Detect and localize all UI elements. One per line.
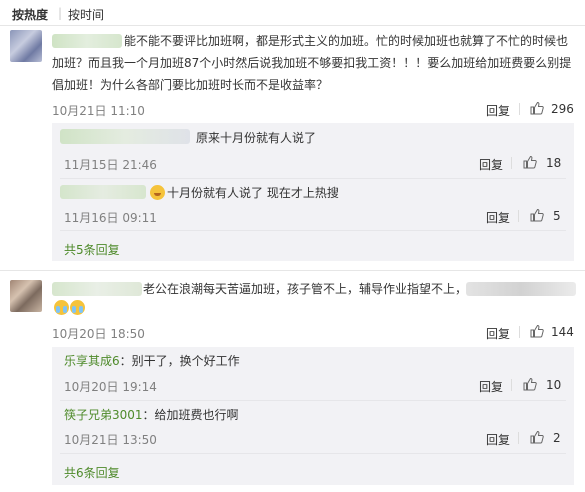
more-replies-link[interactable]: 共6条回复 — [64, 464, 120, 481]
action-separator — [511, 157, 512, 169]
sub-reply-button[interactable]: 回复 — [486, 431, 510, 448]
sub-divider — [60, 230, 566, 231]
sub-reply-time: 10月21日 13:50 — [64, 433, 157, 447]
laughing-emoji — [150, 185, 165, 200]
sub-reply-text: 十月份就有人说了 现在才上热搜 — [167, 186, 339, 200]
sub-reply-user[interactable]: 筷子兄弟3001 — [64, 408, 143, 422]
sub-reply-user[interactable]: 乐享其成6 — [64, 354, 120, 368]
username-blurred[interactable] — [52, 34, 122, 48]
sub-like-count: 18 — [546, 156, 562, 170]
sub-username-blurred[interactable] — [60, 185, 146, 199]
sub-username-blurred[interactable] — [60, 129, 190, 144]
action-separator — [519, 326, 520, 338]
like-count: 144 — [551, 325, 574, 339]
comment-text-line-2: 加班？而且我一个月加班87个小时然后说我加班不够要扣我工资！！！要么加班给加班费… — [52, 56, 572, 70]
thumbs-up-icon[interactable] — [530, 430, 544, 444]
comment-divider — [0, 270, 585, 271]
sort-by-time[interactable]: 按时间 — [68, 6, 104, 23]
sort-bar: 按热度 | 按时间 — [0, 0, 585, 26]
sub-divider — [60, 178, 566, 179]
sub-divider — [60, 453, 566, 454]
action-separator — [519, 103, 520, 115]
thumbs-up-icon[interactable] — [523, 155, 537, 169]
reply-button[interactable]: 回复 — [486, 102, 510, 119]
more-replies-link[interactable]: 共5条回复 — [64, 241, 120, 258]
text-blurred — [466, 282, 576, 296]
sub-reply-line: 筷子兄弟3001：给加班费也行啊 — [64, 406, 239, 424]
comment-text-line-1: 能不能不要评比加班啊，都是形式主义的加班。忙的时候加班也就算了不忙的时候也 — [124, 34, 569, 48]
sub-like-count: 10 — [546, 378, 562, 392]
action-separator — [518, 432, 519, 444]
like-count: 296 — [551, 102, 574, 116]
sub-reply-time: 11月16日 09:11 — [64, 211, 157, 225]
sub-reply-line: 乐享其成6：别干了，换个好工作 — [64, 352, 240, 370]
thumbs-up-icon[interactable] — [523, 377, 537, 391]
username-blurred[interactable] — [52, 282, 142, 296]
thumbs-up-icon[interactable] — [530, 324, 544, 338]
sub-reply-button[interactable]: 回复 — [479, 156, 503, 173]
thumbs-up-icon[interactable] — [530, 101, 544, 115]
sort-by-hot[interactable]: 按热度 — [12, 6, 48, 23]
crying-emoji — [70, 300, 85, 315]
crying-emoji — [54, 300, 69, 315]
sub-reply-time: 10月20日 19:14 — [64, 380, 157, 394]
avatar[interactable] — [10, 30, 42, 62]
comment-time: 10月21日 11:10 — [52, 104, 145, 118]
thumbs-up-icon[interactable] — [530, 208, 544, 222]
sub-like-count: 2 — [553, 431, 561, 445]
sub-reply-text: 原来十月份就有人说了 — [196, 131, 317, 145]
sub-reply-button[interactable]: 回复 — [479, 378, 503, 395]
comment-text-line-1: 老公在浪潮每天苦逼加班，孩子管不上，辅导作业指望不上， — [143, 282, 468, 296]
action-separator — [511, 379, 512, 391]
sub-divider — [60, 400, 566, 401]
avatar[interactable] — [10, 280, 42, 312]
sub-like-count: 5 — [553, 209, 561, 223]
sort-separator: | — [58, 6, 63, 20]
comment-time: 10月20日 18:50 — [52, 327, 145, 341]
sub-reply-button[interactable]: 回复 — [486, 209, 510, 226]
reply-button[interactable]: 回复 — [486, 325, 510, 342]
comment-text-line-3: 倡加班！为什么各部门要比加班时长而不是收益率？ — [52, 78, 329, 92]
sub-reply-text: ：给加班费也行啊 — [142, 408, 239, 422]
sub-reply-text: ：别干了，换个好工作 — [119, 354, 240, 368]
sub-reply-time: 11月15日 21:46 — [64, 158, 157, 172]
action-separator — [518, 210, 519, 222]
